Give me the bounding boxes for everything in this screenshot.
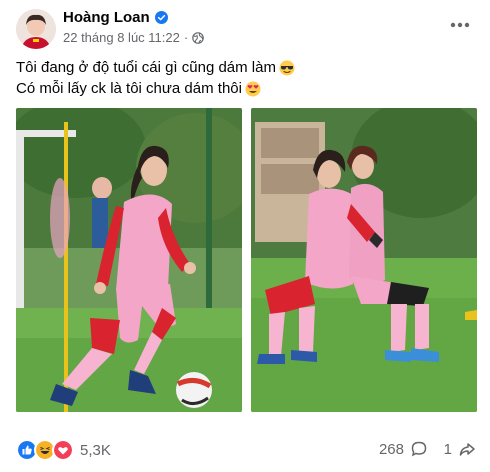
post-body: Tôi đang ở độ tuổi cái gì cũng dám làm C… xyxy=(16,57,295,99)
post-photo-1[interactable] xyxy=(16,108,242,412)
post-photo-2[interactable] xyxy=(251,108,477,412)
meta-separator: · xyxy=(183,30,189,45)
post-timestamp[interactable]: 22 tháng 8 lúc 11:22 xyxy=(63,30,180,45)
post-text-line-2: Có mỗi lấy ck là tôi chưa dám thôi xyxy=(16,80,242,97)
more-options-button[interactable] xyxy=(448,15,472,35)
reactions-summary[interactable]: 5,3K xyxy=(16,439,111,461)
comment-count: 268 xyxy=(378,440,404,458)
author-name[interactable]: Hoàng Loan xyxy=(63,9,150,26)
sunglasses-emoji-icon xyxy=(279,60,295,75)
heart-eyes-emoji-icon xyxy=(245,81,261,96)
globe-icon xyxy=(192,31,205,44)
share-icon xyxy=(459,443,475,456)
author-avatar[interactable] xyxy=(16,9,56,49)
comments-count-button[interactable]: 268 xyxy=(379,440,428,458)
verified-badge-icon xyxy=(154,11,168,24)
shares-count-button[interactable]: 1 xyxy=(444,440,476,458)
post-header: Hoàng Loan 22 tháng 8 lúc 11:22 · xyxy=(16,9,476,49)
post-text-line-1: Tôi đang ở độ tuổi cái gì cũng dám làm xyxy=(16,59,276,76)
comment-icon xyxy=(411,441,427,457)
love-icon xyxy=(52,439,74,461)
more-horizontal-icon xyxy=(450,22,470,28)
share-count: 1 xyxy=(443,440,452,458)
reaction-count: 5,3K xyxy=(80,441,111,459)
post-footer: 5,3K 268 1 xyxy=(16,438,476,462)
